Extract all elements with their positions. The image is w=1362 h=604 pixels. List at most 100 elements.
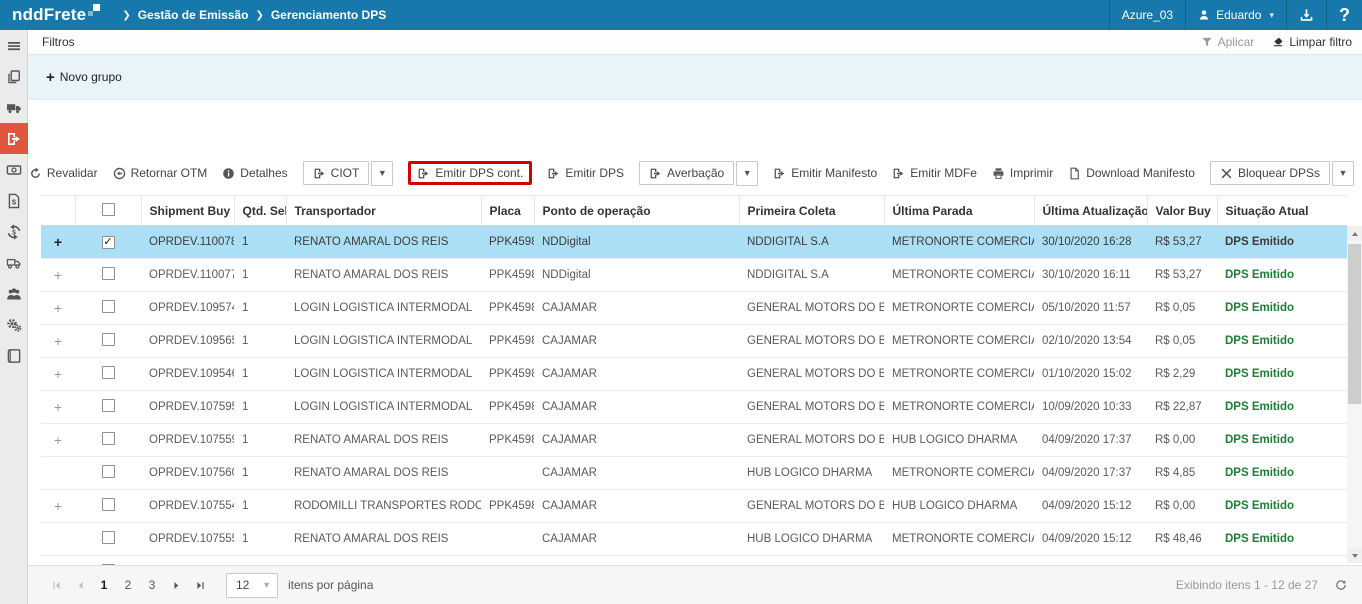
expand-row-icon[interactable]: + <box>41 292 75 325</box>
apply-filter-button[interactable]: Aplicar <box>1201 35 1255 49</box>
sidebar-item-users[interactable] <box>0 278 28 309</box>
expand-row-icon[interactable]: + <box>41 391 75 424</box>
cell-qtd-sell: 1 <box>234 325 286 358</box>
download-button[interactable] <box>1286 0 1326 30</box>
next-page-button[interactable] <box>164 573 188 597</box>
toolbar-button-bloquear-dpss[interactable]: Bloquear DPSs <box>1210 161 1330 185</box>
toolbar-button-imprimir[interactable]: Imprimir <box>992 166 1053 180</box>
table-row[interactable]: +OPRDEV.1075411LOGIN LOGISTICA INTERMODA… <box>41 556 1347 566</box>
toolbar-button-emitir-dps-cont[interactable]: Emitir DPS cont. <box>408 161 532 185</box>
sidebar-item-truck[interactable] <box>0 92 28 123</box>
expand-row-icon[interactable]: + <box>41 358 75 391</box>
row-checkbox[interactable] <box>102 465 115 478</box>
expand-placeholder <box>41 457 75 490</box>
toolbar-button-averbacao[interactable]: Averbação <box>639 161 734 185</box>
toolbar-button-detalhes[interactable]: Detalhes <box>222 166 287 180</box>
row-checkbox[interactable] <box>102 267 115 280</box>
toolbar-button-download-manifesto[interactable]: Download Manifesto <box>1068 166 1195 180</box>
table-row[interactable]: +OPRDEV.1075541RODOMILLI TRANSPORTES ROD… <box>41 490 1347 523</box>
expand-row-icon[interactable]: + <box>41 325 75 358</box>
table-row[interactable]: +OPRDEV.1095741LOGIN LOGISTICA INTERMODA… <box>41 292 1347 325</box>
toolbar-dropdown-bloquear-dpss[interactable]: ▼ <box>1332 161 1354 186</box>
toolbar-dropdown-averbacao[interactable]: ▼ <box>736 161 758 186</box>
clear-filter-button[interactable]: Limpar filtro <box>1272 35 1352 49</box>
table-row[interactable]: +OPRDEV.1100771RENATO AMARAL DOS REISPPK… <box>41 259 1347 292</box>
column-header-primeira-coleta[interactable]: Primeira Coleta <box>739 196 884 226</box>
table-row[interactable]: +OPRDEV.1095461LOGIN LOGISTICA INTERMODA… <box>41 358 1347 391</box>
page-button-2[interactable]: 2 <box>116 573 140 597</box>
previous-page-button[interactable] <box>68 573 92 597</box>
table-row[interactable]: +✓OPRDEV.1100781RENATO AMARAL DOS REISPP… <box>41 226 1347 259</box>
column-header-shipment-buy[interactable]: Shipment Buy <box>141 196 234 226</box>
sidebar-item-banknote[interactable] <box>0 154 28 185</box>
last-page-button[interactable] <box>188 573 212 597</box>
table-row[interactable]: +OPRDEV.1075951LOGIN LOGISTICA INTERMODA… <box>41 391 1347 424</box>
truck-outline-icon <box>6 255 22 271</box>
row-checkbox[interactable]: ✓ <box>102 236 115 249</box>
table-row[interactable]: +OPRDEV.1095651LOGIN LOGISTICA INTERMODA… <box>41 325 1347 358</box>
toolbar-dropdown-ciot[interactable]: ▼ <box>371 161 393 186</box>
toolbar-button-revalidar[interactable]: Revalidar <box>29 166 98 180</box>
page-button-3[interactable]: 3 <box>140 573 164 597</box>
expand-row-icon[interactable]: + <box>41 424 75 457</box>
column-header-qtd-sell[interactable]: Qtd. Sell <box>234 196 286 226</box>
first-page-button[interactable] <box>44 573 68 597</box>
app-logo[interactable]: nddFrete <box>0 1 110 29</box>
sidebar-item-invoice[interactable]: $ <box>0 185 28 216</box>
cell-qtd-sell: 1 <box>234 424 286 457</box>
row-checkbox[interactable] <box>102 366 115 379</box>
column-header-ultima-atualizacao[interactable]: Última Atualização↓ <box>1034 196 1147 226</box>
column-header-transportador[interactable]: Transportador <box>286 196 481 226</box>
cell-situacao-atual: DPS Emitido <box>1217 358 1347 391</box>
row-checkbox[interactable] <box>102 300 115 313</box>
sidebar-item-money-refresh[interactable]: $ <box>0 216 28 247</box>
expand-row-icon[interactable]: + <box>41 490 75 523</box>
page-size-select[interactable]: 12 ▼ <box>226 573 278 598</box>
select-all-checkbox[interactable] <box>102 203 115 216</box>
toolbar-button-retornar-otm[interactable]: Retornar OTM <box>113 166 208 180</box>
help-button[interactable]: ? <box>1326 0 1362 30</box>
expand-row-icon[interactable]: + <box>41 556 75 566</box>
row-checkbox[interactable] <box>102 531 115 544</box>
column-header-valor-buy[interactable]: Valor Buy <box>1147 196 1217 226</box>
breadcrumb-item-gestao[interactable]: Gestão de Emissão <box>138 8 249 22</box>
chevron-down-icon: ▼ <box>378 168 387 178</box>
sidebar-item-emission[interactable] <box>0 123 28 154</box>
sidebar-item-gears[interactable] <box>0 309 28 340</box>
column-header-ponto-de-operacao[interactable]: Ponto de operação <box>534 196 739 226</box>
sidebar-item-copy[interactable] <box>0 61 28 92</box>
table-row[interactable]: OPRDEV.1075551RENATO AMARAL DOS REISCAJA… <box>41 523 1347 556</box>
toolbar-group-imprimir: Imprimir <box>992 166 1053 180</box>
user-menu[interactable]: Eduardo ▾ <box>1185 0 1286 30</box>
sidebar-item-menu[interactable] <box>0 30 28 61</box>
toolbar-button-emitir-mdfe[interactable]: Emitir MDFe <box>892 166 977 180</box>
column-header-situacao-atual[interactable]: Situação Atual <box>1217 196 1347 226</box>
row-checkbox[interactable] <box>102 498 115 511</box>
row-checkbox[interactable] <box>102 399 115 412</box>
column-header-ultima-parada[interactable]: Última Parada <box>884 196 1034 226</box>
table-row[interactable]: OPRDEV.1075601RENATO AMARAL DOS REISCAJA… <box>41 457 1347 490</box>
scrollbar-thumb[interactable] <box>1348 244 1361 404</box>
expand-row-icon[interactable]: + <box>41 226 75 259</box>
column-header-placa[interactable]: Placa <box>481 196 534 226</box>
page-button-1[interactable]: 1 <box>92 573 116 597</box>
expand-row-icon[interactable]: + <box>41 259 75 292</box>
toolbar-button-ciot[interactable]: CIOT <box>303 161 370 185</box>
row-checkbox[interactable] <box>102 333 115 346</box>
scroll-down-icon[interactable] <box>1347 548 1362 563</box>
row-checkbox[interactable] <box>102 432 115 445</box>
new-group-button[interactable]: + Novo grupo <box>46 70 122 85</box>
cell-placa: PPK4598 <box>481 556 534 566</box>
table-row[interactable]: +OPRDEV.1075591RENATO AMARAL DOS REISPPK… <box>41 424 1347 457</box>
sidebar-item-book[interactable] <box>0 340 28 371</box>
environment-name: Azure_03 <box>1122 8 1173 22</box>
scroll-up-icon[interactable] <box>1347 226 1362 241</box>
vertical-scrollbar[interactable] <box>1347 226 1362 563</box>
sidebar-item-truck-outline[interactable] <box>0 247 28 278</box>
help-icon: ? <box>1339 5 1350 26</box>
refresh-icon[interactable] <box>1334 578 1348 592</box>
toolbar-button-emitir-dps[interactable]: Emitir DPS <box>547 166 624 180</box>
breadcrumb-item-gerenciamento[interactable]: Gerenciamento DPS <box>271 8 386 22</box>
emission-icon <box>6 131 22 147</box>
toolbar-button-emitir-manifesto[interactable]: Emitir Manifesto <box>773 166 877 180</box>
